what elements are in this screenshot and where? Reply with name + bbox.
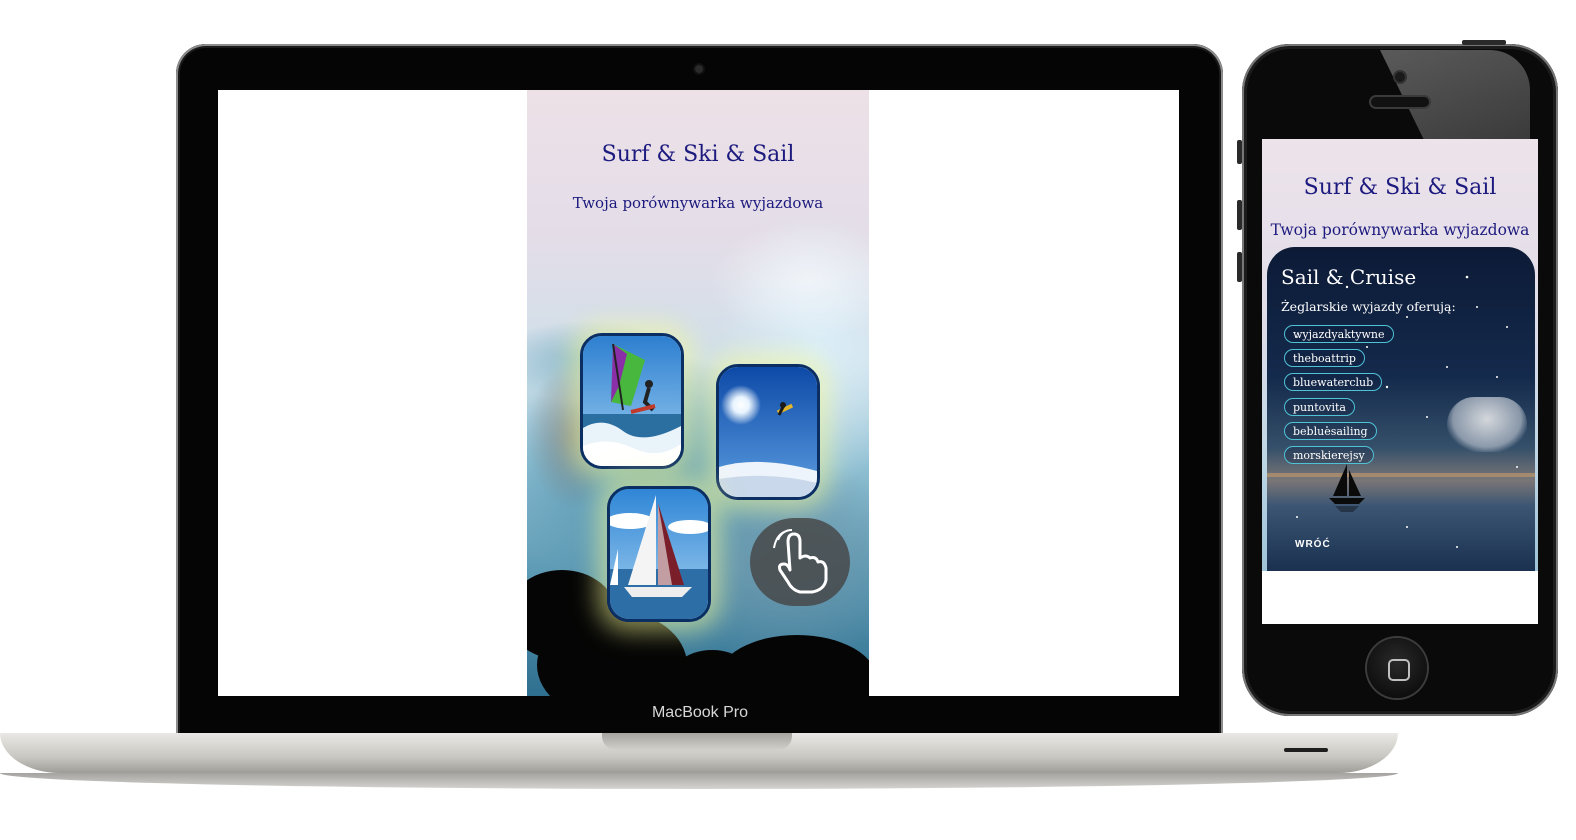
phone-volume-down bbox=[1237, 252, 1242, 282]
sailboat-photo-icon bbox=[610, 489, 708, 619]
laptop-screen: Surf & Ski & Sail Twoja porównywarka wyj… bbox=[218, 90, 1179, 696]
windsurfing-photo-icon bbox=[583, 336, 681, 466]
provider-link[interactable]: bebluesailing bbox=[1284, 422, 1377, 440]
tap-hint-button[interactable] bbox=[750, 518, 850, 606]
laptop-notch bbox=[602, 733, 792, 750]
phone-power-button bbox=[1462, 40, 1506, 45]
provider-link[interactable]: morskierejsy bbox=[1284, 446, 1374, 464]
laptop-vent bbox=[1284, 748, 1328, 752]
cloud-decoration bbox=[1447, 397, 1527, 452]
phone-camera-icon bbox=[1395, 72, 1405, 82]
phone-mute-switch bbox=[1237, 140, 1242, 164]
section-subtitle: Żeglarskie wyjazdy oferują: bbox=[1281, 299, 1456, 314]
mobile-app-title: Surf & Ski & Sail bbox=[1303, 175, 1497, 200]
ski-jump-photo-icon bbox=[719, 367, 817, 497]
ski-card[interactable] bbox=[716, 364, 820, 500]
phone-speaker bbox=[1371, 97, 1429, 107]
app-subtitle: Twoja porównywarka wyjazdowa bbox=[572, 194, 824, 212]
laptop-foot bbox=[0, 773, 1398, 789]
provider-link[interactable]: theboattrip bbox=[1284, 349, 1365, 367]
sail-card[interactable] bbox=[607, 486, 711, 622]
mobile-app-view: Surf & Ski & Sail Twoja porównywarka wyj… bbox=[1262, 139, 1538, 571]
desktop-app-view: Surf & Ski & Sail Twoja porównywarka wyj… bbox=[527, 90, 869, 696]
app-title: Surf & Ski & Sail bbox=[601, 142, 795, 167]
tree-silhouette bbox=[717, 635, 869, 696]
pointing-hand-icon bbox=[773, 529, 828, 594]
laptop-brand-label: MacBook Pro bbox=[651, 704, 749, 721]
mobile-app-subtitle: Twoja porównywarka wyjazdowa bbox=[1270, 221, 1530, 239]
section-title: Sail & Cruise bbox=[1281, 265, 1417, 289]
sail-cruise-panel: Sail & Cruise Żeglarskie wyjazdy oferują… bbox=[1267, 247, 1535, 571]
windsurf-card[interactable] bbox=[580, 333, 684, 469]
provider-link[interactable]: bluewaterclub bbox=[1284, 373, 1383, 391]
home-square-icon bbox=[1388, 659, 1410, 681]
provider-link[interactable]: puntovita bbox=[1284, 398, 1355, 416]
laptop-camera-icon bbox=[695, 65, 703, 73]
phone-screen: Surf & Ski & Sail Twoja porównywarka wyj… bbox=[1262, 139, 1538, 624]
wave-highlight bbox=[707, 220, 869, 340]
sailboat-silhouette-icon bbox=[1329, 464, 1365, 512]
phone-volume-up bbox=[1237, 200, 1242, 230]
provider-link[interactable]: wyjazdyaktywne bbox=[1284, 325, 1394, 343]
back-button[interactable]: WRÓĆ bbox=[1295, 539, 1331, 550]
